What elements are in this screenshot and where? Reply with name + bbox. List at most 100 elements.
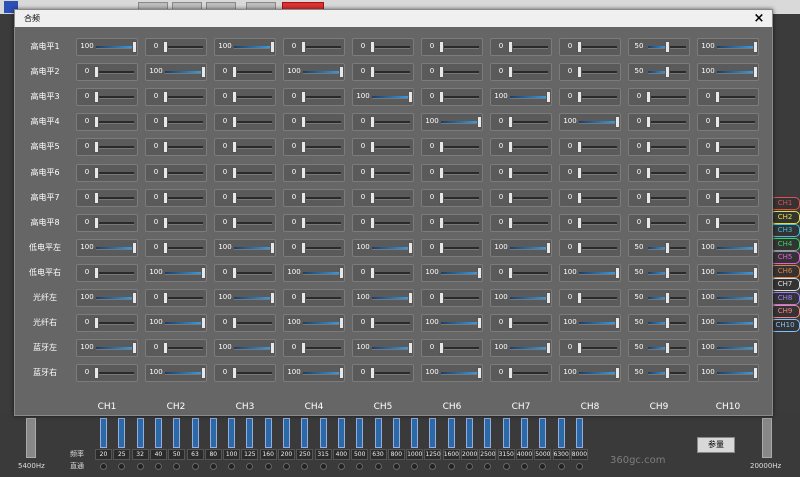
slider-thumb[interactable] — [408, 292, 413, 304]
mix-slider[interactable] — [717, 317, 758, 329]
slider-thumb[interactable] — [132, 342, 137, 354]
slider-thumb[interactable] — [163, 141, 168, 153]
eq-band-frequency[interactable]: 1600 — [442, 449, 460, 460]
slider-thumb[interactable] — [301, 116, 306, 128]
slider-thumb[interactable] — [577, 141, 582, 153]
slider-thumb[interactable] — [370, 167, 375, 179]
mix-slider[interactable] — [648, 242, 686, 254]
mix-slider[interactable] — [717, 367, 758, 379]
eq-band-fader[interactable] — [557, 418, 565, 448]
mix-slider[interactable] — [577, 242, 617, 254]
mix-slider[interactable] — [439, 91, 479, 103]
mix-slider[interactable] — [577, 41, 617, 53]
slider-thumb[interactable] — [439, 217, 444, 229]
slider-thumb[interactable] — [339, 66, 344, 78]
slider-thumb[interactable] — [370, 267, 375, 279]
slider-thumb[interactable] — [753, 66, 758, 78]
mix-slider[interactable] — [441, 317, 482, 329]
eq-bypass-toggle[interactable] — [374, 463, 382, 470]
eq-band-fader[interactable] — [154, 418, 162, 448]
channel-chip[interactable]: CH5 — [770, 251, 800, 264]
mix-slider[interactable] — [648, 367, 686, 379]
mix-slider[interactable] — [163, 217, 203, 229]
slider-thumb[interactable] — [646, 192, 651, 204]
slider-thumb[interactable] — [715, 116, 720, 128]
mix-slider[interactable] — [577, 141, 617, 153]
slider-thumb[interactable] — [646, 141, 651, 153]
eq-band-frequency[interactable]: 250 — [296, 449, 314, 460]
eq-bypass-toggle[interactable] — [100, 463, 107, 470]
slider-thumb[interactable] — [94, 217, 99, 229]
mix-slider[interactable] — [370, 217, 410, 229]
mix-slider[interactable] — [577, 342, 617, 354]
mix-slider[interactable] — [370, 317, 410, 329]
mix-slider[interactable] — [370, 66, 410, 78]
slider-thumb[interactable] — [408, 242, 413, 254]
eq-band-fader[interactable] — [575, 418, 583, 448]
mix-slider[interactable] — [648, 342, 686, 354]
mix-slider[interactable] — [370, 116, 410, 128]
slider-thumb[interactable] — [301, 217, 306, 229]
slider-thumb[interactable] — [508, 141, 513, 153]
eq-band-fader[interactable] — [411, 418, 419, 448]
eq-bypass-toggle[interactable] — [337, 463, 345, 470]
slider-thumb[interactable] — [577, 242, 582, 254]
slider-thumb[interactable] — [508, 267, 513, 279]
slider-thumb[interactable] — [301, 91, 306, 103]
mix-slider[interactable] — [648, 41, 686, 53]
slider-thumb[interactable] — [753, 317, 758, 329]
slider-thumb[interactable] — [270, 292, 275, 304]
slider-thumb[interactable] — [370, 217, 375, 229]
slider-thumb[interactable] — [232, 317, 237, 329]
slider-thumb[interactable] — [439, 66, 444, 78]
eq-band-frequency[interactable]: 100 — [223, 449, 241, 460]
slider-thumb[interactable] — [232, 167, 237, 179]
slider-thumb[interactable] — [753, 242, 758, 254]
eq-band-fader[interactable] — [466, 418, 473, 448]
slider-thumb[interactable] — [715, 217, 720, 229]
mix-slider[interactable] — [94, 367, 134, 379]
slider-thumb[interactable] — [201, 267, 206, 279]
slider-thumb[interactable] — [232, 116, 237, 128]
slider-thumb[interactable] — [577, 41, 582, 53]
mix-slider[interactable] — [301, 292, 341, 304]
mix-slider[interactable] — [232, 91, 272, 103]
eq-band-frequency[interactable]: 400 — [332, 449, 350, 460]
slider-thumb[interactable] — [201, 367, 206, 379]
mix-slider[interactable] — [234, 41, 275, 53]
slider-thumb[interactable] — [753, 342, 758, 354]
slider-thumb[interactable] — [339, 267, 344, 279]
eq-bypass-toggle[interactable] — [136, 463, 144, 470]
slider-thumb[interactable] — [201, 317, 206, 329]
slider-thumb[interactable] — [546, 242, 551, 254]
eq-bypass-toggle[interactable] — [502, 463, 510, 470]
slider-thumb[interactable] — [508, 192, 513, 204]
mix-slider[interactable] — [370, 192, 410, 204]
channel-chip[interactable]: CH7 — [770, 278, 800, 291]
slider-thumb[interactable] — [715, 141, 720, 153]
mix-slider[interactable] — [301, 91, 341, 103]
slider-thumb[interactable] — [94, 66, 99, 78]
mix-slider[interactable] — [372, 292, 413, 304]
eq-band-fader[interactable] — [191, 418, 199, 448]
mix-slider[interactable] — [577, 217, 617, 229]
slider-thumb[interactable] — [163, 342, 168, 354]
slider-thumb[interactable] — [439, 167, 444, 179]
mix-slider[interactable] — [165, 317, 206, 329]
slider-thumb[interactable] — [163, 167, 168, 179]
mix-slider[interactable] — [372, 242, 413, 254]
slider-thumb[interactable] — [546, 342, 551, 354]
eq-band-frequency[interactable]: 200 — [278, 449, 295, 460]
slider-thumb[interactable] — [577, 217, 582, 229]
mix-slider[interactable] — [508, 116, 548, 128]
eq-band-frequency[interactable]: 40 — [149, 449, 167, 460]
mix-slider[interactable] — [301, 192, 341, 204]
slider-thumb[interactable] — [132, 41, 137, 53]
eq-band-frequency[interactable]: 125 — [241, 449, 259, 460]
slider-thumb[interactable] — [753, 41, 758, 53]
mix-slider[interactable] — [508, 66, 548, 78]
eq-band-frequency[interactable]: 6300 — [552, 449, 570, 460]
mix-slider[interactable] — [717, 267, 758, 279]
mix-slider[interactable] — [646, 116, 686, 128]
mix-slider[interactable] — [301, 242, 341, 254]
